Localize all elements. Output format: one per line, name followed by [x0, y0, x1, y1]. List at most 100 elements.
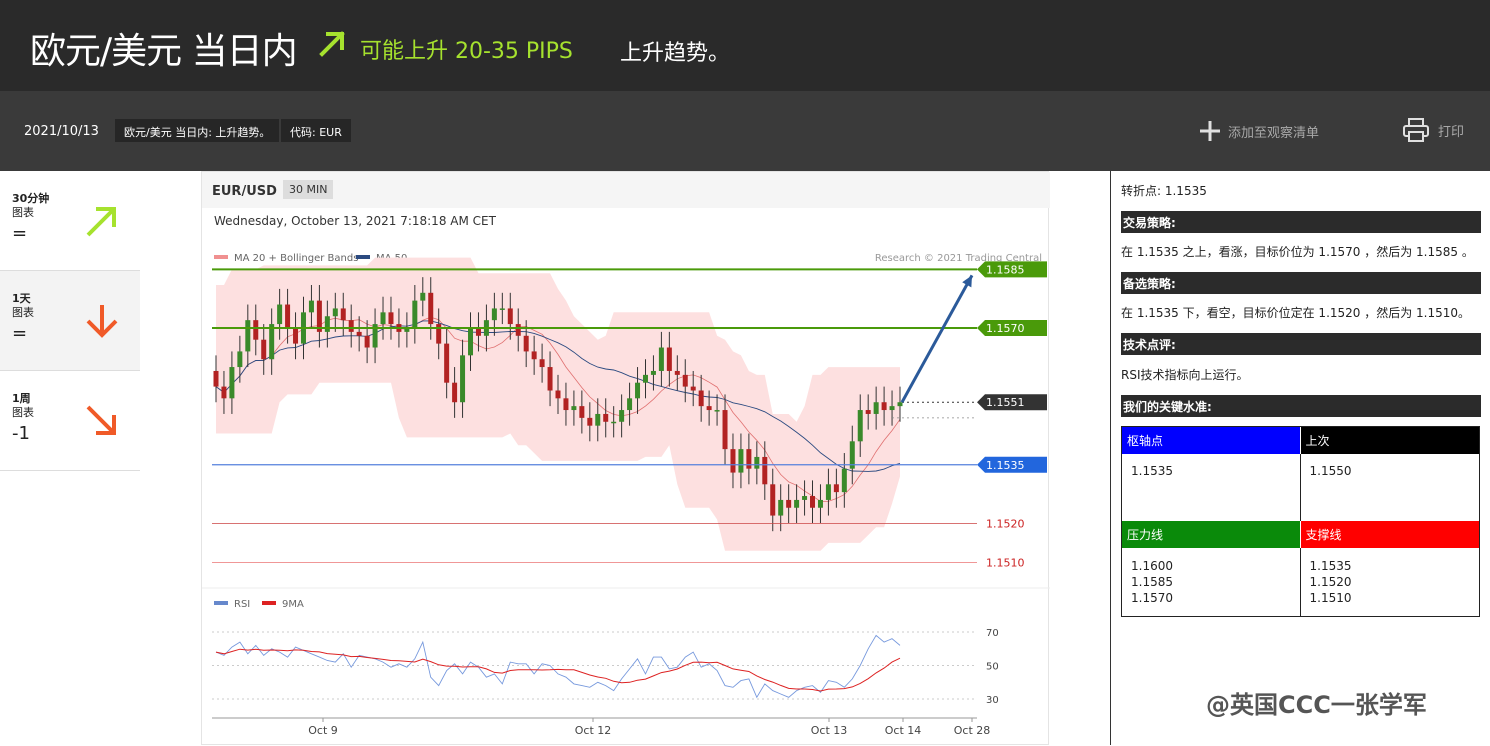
timeframe-sub: 图表 [12, 306, 34, 319]
candle-body [706, 406, 712, 411]
candle-body [539, 359, 545, 368]
support-value: 1.1510 [1309, 591, 1352, 605]
resistance-value: 1.1570 [1131, 591, 1173, 605]
candle-body [237, 351, 243, 368]
candle-body [603, 413, 609, 422]
candle-body [770, 484, 776, 516]
tag-title: 欧元/美元 当日内: 上升趋势。 [115, 119, 280, 142]
forecast-arrow-line [900, 274, 974, 403]
level-label: 1.1510 [986, 556, 1025, 569]
candle-body [642, 374, 648, 383]
alt-strategy-heading: 备选策略: [1121, 272, 1481, 294]
last-header: 上次 [1300, 427, 1479, 454]
header-bar: 欧元/美元 当日内 可能上升 20-35 PIPS 上升趋势。 [0, 0, 1490, 91]
candle-body [738, 449, 744, 473]
timeframe-panel: 30分钟 图表 = 1天 图表 = 1周 图表 -1 [0, 171, 140, 471]
timeframe-value: = [12, 323, 28, 344]
timeframe-30min[interactable]: 30分钟 图表 = [0, 171, 140, 271]
candle-body [531, 351, 537, 360]
support-header: 支撑线 [1300, 521, 1479, 548]
candle-body [873, 402, 879, 414]
resistance-header: 压力线 [1122, 521, 1301, 548]
ma20-legend-label: MA 20 + Bollinger Bands [234, 253, 358, 264]
page-title: 欧元/美元 当日内 [30, 31, 298, 72]
candle-body [491, 308, 497, 321]
level-label: 1.1520 [986, 517, 1025, 530]
print-button[interactable]: 打印 [1402, 117, 1464, 143]
candle-body [269, 324, 275, 360]
candle-body [380, 312, 386, 325]
candle-body [547, 367, 553, 391]
candle-body [611, 421, 617, 424]
level-label: 1.1570 [986, 322, 1025, 335]
candle-body [794, 499, 800, 508]
tag-code: 代码: EUR [281, 119, 351, 142]
candle-body [460, 355, 466, 403]
candle-body [754, 456, 760, 469]
arrow-down-icon [86, 305, 118, 338]
candle-body [817, 499, 823, 508]
last-value: 1.1550 [1309, 464, 1352, 478]
candle-body [571, 406, 577, 411]
timeframe-value: -1 [12, 423, 30, 444]
candle-body [897, 402, 903, 407]
candle-body [420, 292, 426, 301]
candle-body [285, 304, 291, 328]
rsi-legend-swatch [214, 601, 228, 605]
rsi-level-label: 50 [986, 662, 999, 673]
watermark: @英国CCC一张学军 [1206, 691, 1427, 719]
level-label: 1.1551 [986, 396, 1025, 409]
candle-body [722, 410, 728, 450]
candle-body [253, 320, 259, 340]
candle-body [475, 327, 481, 336]
candle-body [221, 386, 227, 399]
trend-sub: 上升趋势。 [620, 41, 731, 66]
candle-body [364, 335, 370, 348]
timeframe-1day[interactable]: 1天 图表 = [0, 271, 140, 371]
candle-body [841, 468, 847, 493]
support-value: 1.1520 [1309, 575, 1352, 589]
strategy-heading: 交易策略: [1121, 211, 1481, 233]
candle-body [674, 370, 680, 375]
candle-body [730, 449, 736, 473]
timeframe-1week[interactable]: 1周 图表 -1 [0, 371, 140, 471]
candle-body [762, 456, 768, 485]
rsi-level-label: 30 [986, 695, 999, 706]
ma20-legend-swatch [214, 255, 228, 259]
sub-bar: 2021/10/13 欧元/美元 当日内: 上升趋势。 代码: EUR 添加至观… [0, 91, 1490, 171]
resistance-value: 1.1585 [1131, 575, 1173, 589]
candle-body [555, 390, 561, 399]
candle-body [261, 339, 267, 360]
tech-text: RSI技术指标向上运行。 [1121, 368, 1249, 382]
candle-body [468, 327, 474, 356]
candle-body [802, 496, 808, 500]
rsi-ma-legend-label: 9MA [282, 599, 304, 610]
candle-body [332, 308, 338, 317]
candle-body [682, 374, 688, 387]
candle-body [412, 300, 418, 328]
candle-body [563, 398, 569, 411]
key-levels-heading: 我们的关键水准: [1121, 395, 1481, 417]
candle-body [308, 300, 314, 313]
candle-body [579, 406, 585, 418]
ma50-legend-swatch [356, 255, 370, 259]
candle-body [229, 367, 235, 399]
x-axis-label: Oct 12 [575, 724, 612, 737]
candle-body [810, 496, 816, 508]
report-date: 2021/10/13 [24, 124, 99, 139]
candle-body [635, 382, 641, 399]
candle-body [388, 312, 394, 325]
candle-body [698, 390, 704, 407]
add-to-watchlist-button[interactable]: 添加至观察清单 [1198, 119, 1319, 143]
candle-body [356, 331, 362, 336]
timeframe-sub: 图表 [12, 206, 34, 219]
candle-body [857, 410, 863, 442]
alt-strategy-text: 在 1.1535 下，看空，目标价位定在 1.1520 ，然后为 1.1510。 [1121, 306, 1471, 320]
analysis-panel: 转折点: 1.1535 交易策略: 在 1.1535 之上，看涨，目标价位为 1… [1110, 171, 1490, 745]
rsi-legend-label: RSI [234, 599, 250, 610]
arrow-down-right-icon [86, 405, 116, 435]
candle-body [515, 324, 521, 336]
price-chart: MA 20 + Bollinger BandsMA 50Research © 2… [202, 253, 1050, 737]
printer-icon [1403, 118, 1429, 142]
rsi-level-label: 70 [986, 628, 999, 639]
